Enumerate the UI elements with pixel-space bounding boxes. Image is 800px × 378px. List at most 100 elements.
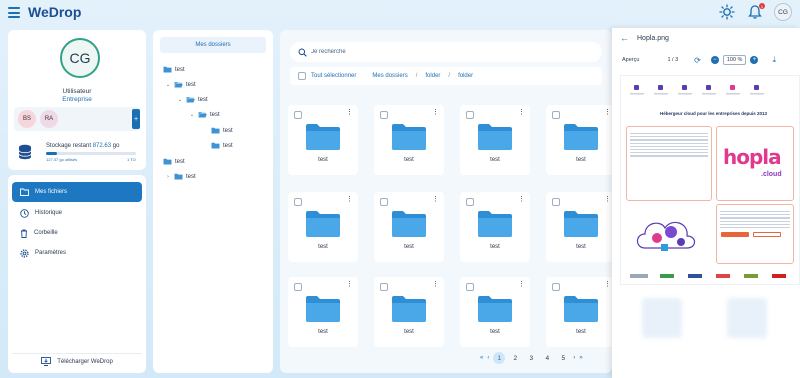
card-checkbox[interactable]: [466, 198, 474, 206]
folder-card[interactable]: ⋮ test: [546, 192, 616, 262]
zoom-in-button[interactable]: +: [750, 56, 759, 64]
member-avatar[interactable]: RA: [40, 110, 58, 128]
next-page-button[interactable]: ›: [573, 355, 575, 361]
user-avatar[interactable]: CG: [60, 38, 100, 78]
tree-title[interactable]: Mes dossiers: [160, 37, 266, 53]
chevron-icon[interactable]: ›: [165, 174, 171, 180]
text-line: [720, 220, 790, 222]
card-checkbox[interactable]: [466, 283, 474, 291]
card-checkbox[interactable]: [380, 111, 388, 119]
last-page-button[interactable]: »: [579, 355, 582, 361]
card-checkbox[interactable]: [294, 198, 302, 206]
folder-card[interactable]: ⋮ test: [460, 105, 530, 175]
folder-icon: [564, 296, 598, 322]
folder-card[interactable]: ⋮ test: [460, 277, 530, 347]
tree-node[interactable]: test: [211, 142, 233, 149]
nav-item-parametres[interactable]: Paramètres: [12, 243, 142, 263]
card-checkbox[interactable]: [380, 198, 388, 206]
app-logo[interactable]: WeDrop: [28, 4, 81, 20]
page-button[interactable]: 4: [541, 352, 553, 364]
theme-toggle-sun-icon[interactable]: [718, 3, 736, 21]
folder-card[interactable]: ⋮ test: [288, 105, 358, 175]
more-options-icon[interactable]: ⋮: [432, 281, 439, 288]
select-all-label[interactable]: Tout sélectionner: [311, 73, 356, 79]
member-avatar[interactable]: BS: [18, 110, 36, 128]
add-member-button[interactable]: +: [132, 109, 140, 129]
text-line: [720, 223, 790, 225]
folder-card[interactable]: ⋮ test: [546, 105, 616, 175]
folder-card[interactable]: ⋮ test: [374, 277, 444, 347]
more-options-icon[interactable]: ⋮: [518, 281, 525, 288]
clock-icon: [20, 208, 29, 218]
folder-card[interactable]: ⋮ test: [374, 192, 444, 262]
tree-node[interactable]: test: [163, 66, 185, 73]
zoom-level[interactable]: 100 %: [722, 55, 747, 65]
page-button[interactable]: 5: [557, 352, 569, 364]
tree-node-label: test: [186, 81, 196, 88]
breadcrumb-item[interactable]: folder: [425, 73, 440, 79]
text-line: [630, 139, 708, 141]
blurred-thumbnail: [727, 298, 767, 338]
nav-item-historique[interactable]: Historique: [12, 203, 142, 223]
folder-card[interactable]: ⋮ test: [288, 192, 358, 262]
card-checkbox[interactable]: [466, 111, 474, 119]
tree-node[interactable]: ⌄ test: [177, 96, 208, 103]
tree-node[interactable]: › test: [165, 173, 196, 180]
user-avatar-top[interactable]: CG: [774, 3, 792, 21]
more-options-icon[interactable]: ⋮: [346, 109, 353, 116]
tree-node[interactable]: test: [211, 127, 233, 134]
more-options-icon[interactable]: ⋮: [604, 281, 611, 288]
select-all-checkbox[interactable]: [298, 72, 306, 80]
more-options-icon[interactable]: ⋮: [604, 196, 611, 203]
chevron-icon[interactable]: ⌄: [189, 112, 195, 118]
tree-node[interactable]: test: [163, 158, 185, 165]
card-checkbox[interactable]: [552, 198, 560, 206]
card-checkbox[interactable]: [294, 111, 302, 119]
page-button[interactable]: 1: [493, 352, 506, 364]
tree-node[interactable]: ⌄ test: [189, 111, 220, 118]
tree-node[interactable]: ⌄ test: [165, 81, 196, 88]
gear-icon: [20, 248, 29, 258]
more-options-icon[interactable]: ⋮: [518, 109, 525, 116]
download-icon[interactable]: ⤓: [772, 55, 776, 65]
search-input[interactable]: [311, 49, 591, 55]
refresh-icon[interactable]: ⟳: [694, 56, 701, 65]
text-line: [720, 226, 790, 229]
card-checkbox[interactable]: [552, 111, 560, 119]
chevron-icon[interactable]: ⌄: [165, 82, 171, 88]
card-checkbox[interactable]: [380, 283, 388, 291]
notifications-bell-icon[interactable]: 1: [746, 3, 765, 21]
page-button[interactable]: 3: [525, 352, 537, 364]
nav-item-corbeille[interactable]: Corbeille: [12, 223, 142, 243]
more-options-icon[interactable]: ⋮: [346, 281, 353, 288]
hopla-logo-block: hopla .cloud: [716, 126, 794, 201]
folder-card[interactable]: ⋮ test: [374, 105, 444, 175]
hopla-suffix: .cloud: [761, 171, 782, 178]
first-page-button[interactable]: «: [480, 355, 483, 361]
folder-card[interactable]: ⋮ test: [546, 277, 616, 347]
more-options-icon[interactable]: ⋮: [518, 196, 525, 203]
database-icon: [18, 144, 32, 160]
card-checkbox[interactable]: [294, 283, 302, 291]
download-app-button[interactable]: Télécharger WeDrop: [12, 353, 142, 369]
card-checkbox[interactable]: [552, 283, 560, 291]
menu-icon[interactable]: [8, 7, 20, 18]
folder-card-label: test: [490, 244, 500, 250]
chevron-icon[interactable]: ⌄: [177, 97, 183, 103]
nav-item-mes-fichiers[interactable]: Mes fichiers: [12, 182, 142, 202]
folder-card[interactable]: ⋮ test: [288, 277, 358, 347]
more-options-icon[interactable]: ⋮: [604, 109, 611, 116]
zoom-out-button[interactable]: −: [710, 56, 719, 64]
text-line: [630, 148, 708, 151]
storage-remaining: 872.63: [92, 143, 112, 149]
more-options-icon[interactable]: ⋮: [346, 196, 353, 203]
folder-card[interactable]: ⋮ test: [460, 192, 530, 262]
more-options-icon[interactable]: ⋮: [432, 196, 439, 203]
page-button[interactable]: 2: [509, 352, 521, 364]
breadcrumb-item[interactable]: Mes dossiers: [372, 73, 407, 79]
back-arrow-icon[interactable]: ←: [620, 33, 629, 43]
folder-icon: [564, 211, 598, 237]
breadcrumb-item[interactable]: folder: [458, 73, 473, 79]
more-options-icon[interactable]: ⋮: [432, 109, 439, 116]
prev-page-button[interactable]: ‹: [487, 355, 489, 361]
